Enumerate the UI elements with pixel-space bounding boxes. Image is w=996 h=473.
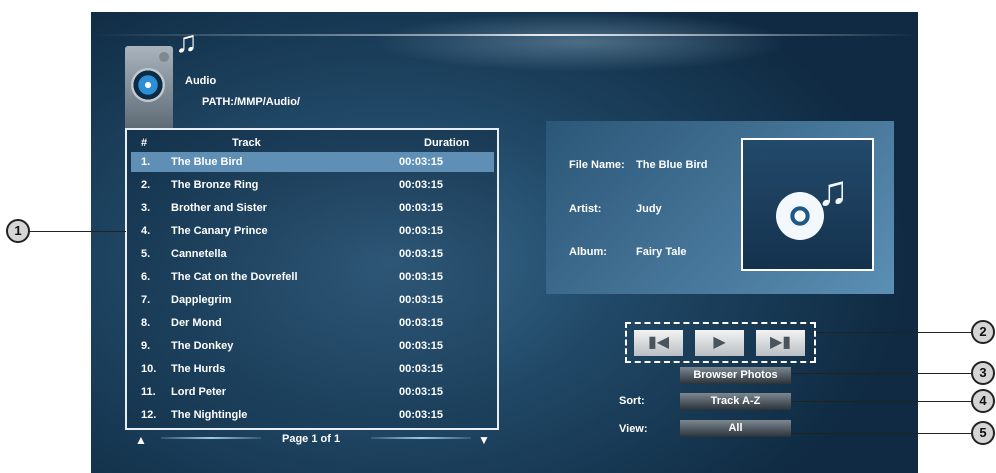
tweeter-shape: [159, 52, 169, 62]
track-title: The Bronze Ring: [171, 179, 259, 191]
track-duration: 00:03:15: [399, 317, 444, 329]
track-row[interactable]: 9. The Donkey 00:03:15: [131, 336, 494, 356]
artist-value: Judy: [636, 203, 662, 215]
artist-label: Artist:: [569, 203, 602, 215]
file-name-label: File Name:: [569, 159, 625, 171]
callout-1: 1: [6, 219, 30, 243]
track-row[interactable]: 8. Der Mond 00:03:15: [131, 313, 494, 333]
track-info-panel: File Name: The Blue Bird Artist: Judy Al…: [546, 121, 894, 294]
callout-2: 2: [971, 320, 995, 344]
track-number: 5.: [141, 248, 151, 260]
track-row[interactable]: 11. Lord Peter 00:03:15: [131, 382, 494, 402]
track-title: Cannetella: [171, 248, 227, 260]
track-title: Dapplegrim: [171, 294, 232, 306]
track-row[interactable]: 2. The Bronze Ring 00:03:15: [131, 175, 494, 195]
section-title: Audio: [185, 75, 217, 87]
browser-photos-button[interactable]: Browser Photos: [680, 367, 791, 384]
pager-line-right: [371, 437, 471, 439]
album-label: Album:: [569, 246, 607, 258]
speaker-icon: [125, 46, 173, 130]
track-title: The Donkey: [171, 340, 234, 352]
track-duration: 00:03:15: [399, 271, 444, 283]
track-row[interactable]: 10. The Hurds 00:03:15: [131, 359, 494, 379]
skip-previous-icon[interactable]: ▮◀: [634, 330, 683, 356]
track-duration: 00:03:15: [399, 340, 444, 352]
folder-path: PATH:/MMP/Audio/: [202, 96, 300, 108]
album-value: Fairy Tale: [636, 246, 687, 258]
callout-5: 5: [971, 421, 995, 445]
track-title: The Hurds: [171, 363, 226, 375]
track-duration: 00:03:15: [399, 156, 444, 168]
music-note-icon: ♫: [175, 26, 198, 59]
top-divider: [91, 34, 918, 36]
media-player-screen: ♫ Audio PATH:/MMP/Audio/ # Track Duratio…: [91, 12, 918, 473]
music-note-icon: ♫: [817, 167, 849, 214]
track-duration: 00:03:15: [399, 225, 444, 237]
column-duration-header: Duration: [424, 137, 470, 149]
callout-line-3: [791, 373, 974, 374]
triangle-up-icon[interactable]: ▲: [135, 433, 147, 447]
file-name-value: The Blue Bird: [636, 159, 708, 171]
track-title: The Cat on the Dovrefell: [171, 271, 298, 283]
page-indicator: Page 1 of 1: [282, 433, 341, 445]
track-title: The Canary Prince: [171, 225, 268, 237]
track-row[interactable]: 4. The Canary Prince 00:03:15: [131, 221, 494, 241]
callout-line-2: [816, 332, 974, 333]
view-dropdown[interactable]: All: [680, 420, 791, 437]
top-glow: [371, 12, 791, 72]
callout-line-5: [791, 433, 974, 434]
column-track-header: Track: [232, 137, 261, 149]
track-duration: 00:03:15: [399, 294, 444, 306]
callout-3: 3: [971, 361, 995, 385]
track-number: 4.: [141, 225, 151, 237]
track-row[interactable]: 3. Brother and Sister 00:03:15: [131, 198, 494, 218]
speaker-cone-shape: [131, 68, 165, 102]
track-duration: 00:03:15: [399, 386, 444, 398]
track-row[interactable]: 7. Dapplegrim 00:03:15: [131, 290, 494, 310]
track-duration: 00:03:15: [399, 363, 444, 375]
track-number: 7.: [141, 294, 151, 306]
skip-next-icon[interactable]: ▶▮: [756, 330, 805, 356]
track-number: 3.: [141, 202, 151, 214]
track-title: Brother and Sister: [171, 202, 267, 214]
track-row[interactable]: 6. The Cat on the Dovrefell 00:03:15: [131, 267, 494, 287]
track-title: Lord Peter: [171, 386, 227, 398]
track-duration: 00:03:15: [399, 202, 444, 214]
track-duration: 00:03:15: [399, 409, 444, 421]
callout-4: 4: [971, 389, 995, 413]
track-title: Der Mond: [171, 317, 222, 329]
track-list: # Track Duration 1. The Blue Bird 00:03:15…: [125, 128, 499, 430]
callout-line-4: [791, 401, 974, 402]
playback-controls: ▮◀ ▶ ▶▮: [625, 322, 816, 363]
track-row[interactable]: 5. Cannetella 00:03:15: [131, 244, 494, 264]
track-title: The Nightingle: [171, 409, 248, 421]
pager-line-left: [161, 437, 261, 439]
track-number: 9.: [141, 340, 151, 352]
track-number: 11.: [141, 386, 156, 398]
play-icon[interactable]: ▶: [695, 330, 744, 356]
track-number: 10.: [141, 363, 157, 375]
track-duration: 00:03:15: [399, 179, 444, 191]
track-row[interactable]: 12. The Nightingle 00:03:15: [131, 405, 494, 425]
column-number-header: #: [141, 137, 148, 149]
track-duration: 00:03:15: [399, 248, 444, 260]
track-title: The Blue Bird: [171, 156, 243, 168]
sort-label: Sort:: [619, 395, 645, 407]
album-art: ♫: [741, 138, 874, 271]
track-number: 12.: [141, 409, 157, 421]
track-number: 8.: [141, 317, 151, 329]
track-number: 2.: [141, 179, 151, 191]
triangle-down-icon[interactable]: ▼: [478, 433, 490, 447]
view-label: View:: [619, 423, 648, 435]
track-number: 1.: [141, 156, 151, 168]
callout-line-1: [30, 231, 126, 232]
track-number: 6.: [141, 271, 151, 283]
track-row-selected[interactable]: 1. The Blue Bird 00:03:15: [131, 152, 494, 172]
sort-dropdown[interactable]: Track A-Z: [680, 393, 791, 410]
